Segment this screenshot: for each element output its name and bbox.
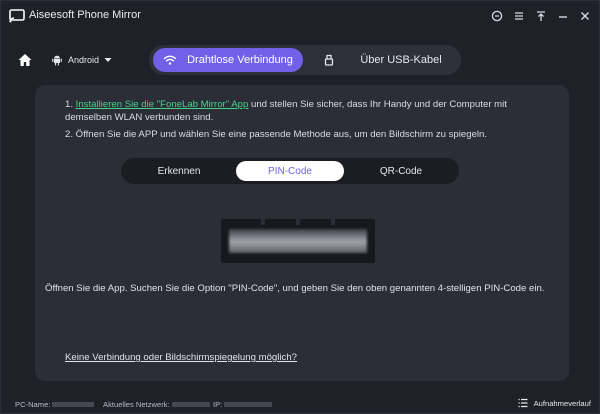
network-status: Aktuelles Netzwerk: [103,400,210,409]
android-icon [52,55,62,66]
menu-icon[interactable] [511,8,527,24]
tab-wireless-connection[interactable]: Drahtlose Verbindung [153,48,303,72]
tab-wireless-label: Drahtlose Verbindung [187,54,293,66]
pc-name-redacted [52,402,95,407]
connection-panel: 1. Installieren Sie die "FoneLab Mirror"… [35,85,569,381]
recording-history-button[interactable]: Aufnahmeverlauf [518,398,591,408]
pin-divider [261,219,265,225]
troubleshoot-link[interactable]: Keine Verbindung oder Bildschirmspiegelu… [65,352,297,363]
recording-history-label: Aufnahmeverlauf [533,398,591,408]
device-type-label: Android [68,55,100,65]
tab-detect[interactable]: Erkennen [125,161,233,181]
list-icon [518,398,528,408]
status-bar: PC-Name: Aktuelles Netzwerk: IP: Aufnahm… [1,394,599,414]
tab-pin-code[interactable]: PIN-Code [236,161,344,181]
pin-divider [331,219,335,225]
minimize-icon[interactable] [555,8,571,24]
ip-label: IP: [213,400,223,409]
pin-icon[interactable] [533,8,549,24]
pin-divider [296,219,300,225]
chevron-down-icon [104,58,112,62]
close-icon[interactable] [577,8,593,24]
title-bar: Aiseesoft Phone Mirror [1,1,599,31]
home-icon[interactable] [17,52,33,68]
app-logo-icon [9,9,25,23]
tab-usb-label: Über USB-Kabel [360,54,442,66]
usb-icon [325,54,334,66]
install-app-link[interactable]: Installieren Sie die "FoneLab Mirror" Ap… [76,99,249,110]
step-1: 1. Installieren Sie die "FoneLab Mirror"… [65,98,545,124]
mirror-method-tabs: Erkennen PIN-Code QR-Code [121,158,459,184]
window-controls [489,8,593,24]
device-type-dropdown[interactable]: Android [51,51,112,69]
pc-name-label: PC-Name: [15,400,51,409]
pin-code-display [221,219,375,263]
network-redacted [171,402,210,407]
feedback-icon[interactable] [489,8,505,24]
pin-instruction-text: Öffnen Sie die App. Suchen Sie die Optio… [45,283,545,294]
app-title: Aiseesoft Phone Mirror [29,9,141,21]
instruction-steps: 1. Installieren Sie die "FoneLab Mirror"… [65,98,545,145]
wifi-icon [163,55,177,65]
pin-code-blurred [229,229,367,253]
app-window: Aiseesoft Phone Mirror Android Drahtlose… [0,0,600,414]
step-2: 2. Öffnen Sie die APP und wählen Sie ein… [65,129,488,140]
step-1-number: 1. [65,99,76,110]
ip-status: IP: [213,400,273,409]
ip-redacted [224,402,273,407]
pc-name-status: PC-Name: [15,400,95,409]
tab-qr-code[interactable]: QR-Code [347,161,455,181]
tab-usb-cable[interactable]: Über USB-Kabel [307,48,457,72]
connection-mode-switch: Drahtlose Verbindung Über USB-Kabel [149,45,461,75]
network-label: Aktuelles Netzwerk: [103,400,170,409]
